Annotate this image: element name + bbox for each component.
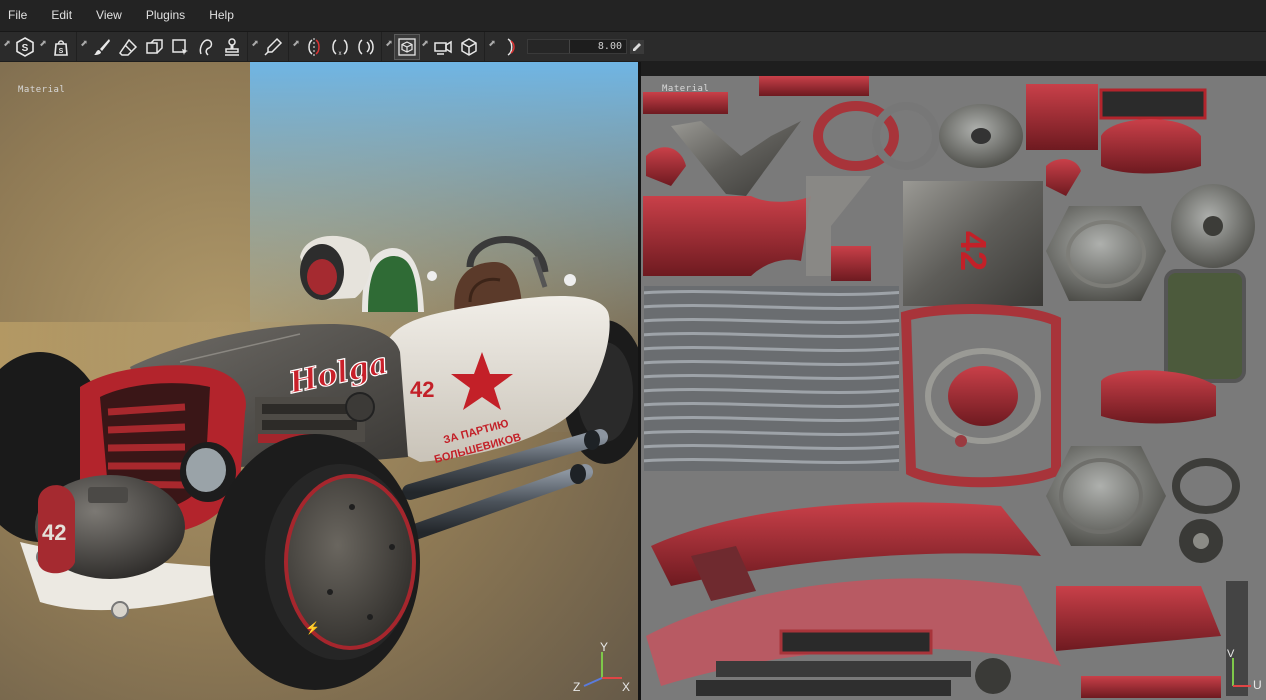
edit-pencil-icon[interactable]	[630, 39, 644, 54]
toolbar-group-camera: ⬈ ⬈	[381, 32, 484, 61]
viewport-3d-label: Material	[18, 85, 66, 95]
toolbar-group-lighting: ⬈ 8.00	[484, 32, 646, 61]
axis-x-label: X	[622, 680, 631, 694]
toolbar-group-picker: ⬈	[247, 32, 288, 61]
symmetry-radial-icon[interactable]	[353, 34, 379, 60]
lighting-icon[interactable]	[497, 34, 523, 60]
viewport-2d[interactable]: 42 Material V U	[641, 76, 1266, 700]
expand-icon[interactable]: ⬈	[291, 38, 301, 48]
color-picker-icon[interactable]	[260, 34, 286, 60]
menu-bar: File Edit View Plugins Help	[0, 0, 1266, 32]
clone-stamp-icon[interactable]	[219, 34, 245, 60]
camera-icon[interactable]	[430, 34, 456, 60]
polygon-fill-icon[interactable]	[167, 34, 193, 60]
toolbar-group-symmetry: ⬈ x	[288, 32, 381, 61]
symmetry-x-icon[interactable]: x	[327, 34, 353, 60]
menu-edit[interactable]: Edit	[39, 0, 84, 31]
substance-bag-icon[interactable]: S	[48, 34, 74, 60]
axis-v-label: V	[1227, 648, 1235, 660]
axis-gizmo-2d: V U	[1225, 642, 1265, 698]
toolbar-group-painting: ⬈	[76, 32, 247, 61]
svg-text:S: S	[22, 43, 29, 54]
uv-texture-canvas[interactable]: 42	[641, 76, 1266, 700]
smudge-icon[interactable]	[193, 34, 219, 60]
expand-icon[interactable]: ⬈	[38, 38, 48, 48]
cube-icon[interactable]	[456, 34, 482, 60]
camera-view-icon[interactable]	[394, 33, 420, 60]
svg-text:42: 42	[953, 231, 994, 271]
svg-text:42: 42	[410, 377, 434, 402]
svg-text:42: 42	[42, 520, 66, 545]
expand-icon[interactable]: ⬈	[2, 38, 12, 48]
eraser-icon[interactable]	[115, 34, 141, 60]
toolbar: ⬈ S ⬈ S ⬈ ⬈ ⬈ x ⬈ ⬈ ⬈ 8.00	[0, 32, 1266, 61]
viewport-2d-label: Material	[662, 84, 710, 94]
uv-viewport-header	[641, 62, 1266, 76]
brush-size-slider[interactable]: 8.00	[527, 39, 627, 54]
projection-icon[interactable]	[141, 34, 167, 60]
expand-icon[interactable]: ⬈	[79, 38, 89, 48]
expand-icon[interactable]: ⬈	[420, 38, 430, 48]
slider-value: 8.00	[597, 41, 622, 52]
symmetry-icon[interactable]	[301, 34, 327, 60]
menu-file[interactable]: File	[0, 0, 39, 31]
toolbar-group-resources: ⬈ S ⬈ S	[0, 32, 76, 61]
menu-view[interactable]: View	[84, 0, 134, 31]
axis-gizmo-3d: Y Z X	[570, 640, 634, 696]
menu-help[interactable]: Help	[197, 0, 246, 31]
svg-text:x: x	[339, 51, 342, 57]
viewport-3d-canvas[interactable]: Holga 42 ЗА ПАРТИЮ БОЛЬШЕВИКОВ 42 ⚡	[0, 62, 638, 700]
expand-icon[interactable]: ⬈	[487, 38, 497, 48]
axis-y-label: Y	[600, 640, 609, 654]
axis-z-label: Z	[573, 680, 581, 694]
expand-icon[interactable]: ⬈	[250, 38, 260, 48]
svg-text:S: S	[59, 48, 64, 55]
menu-plugins[interactable]: Plugins	[134, 0, 197, 31]
paint-brush-icon[interactable]	[89, 34, 115, 60]
substance-s-icon[interactable]: S	[12, 34, 38, 60]
expand-icon[interactable]: ⬈	[384, 38, 394, 48]
svg-text:⚡: ⚡	[305, 621, 320, 635]
viewport-3d[interactable]: Holga 42 ЗА ПАРТИЮ БОЛЬШЕВИКОВ 42 ⚡ Mate…	[0, 62, 638, 700]
axis-u-label: U	[1253, 678, 1262, 692]
